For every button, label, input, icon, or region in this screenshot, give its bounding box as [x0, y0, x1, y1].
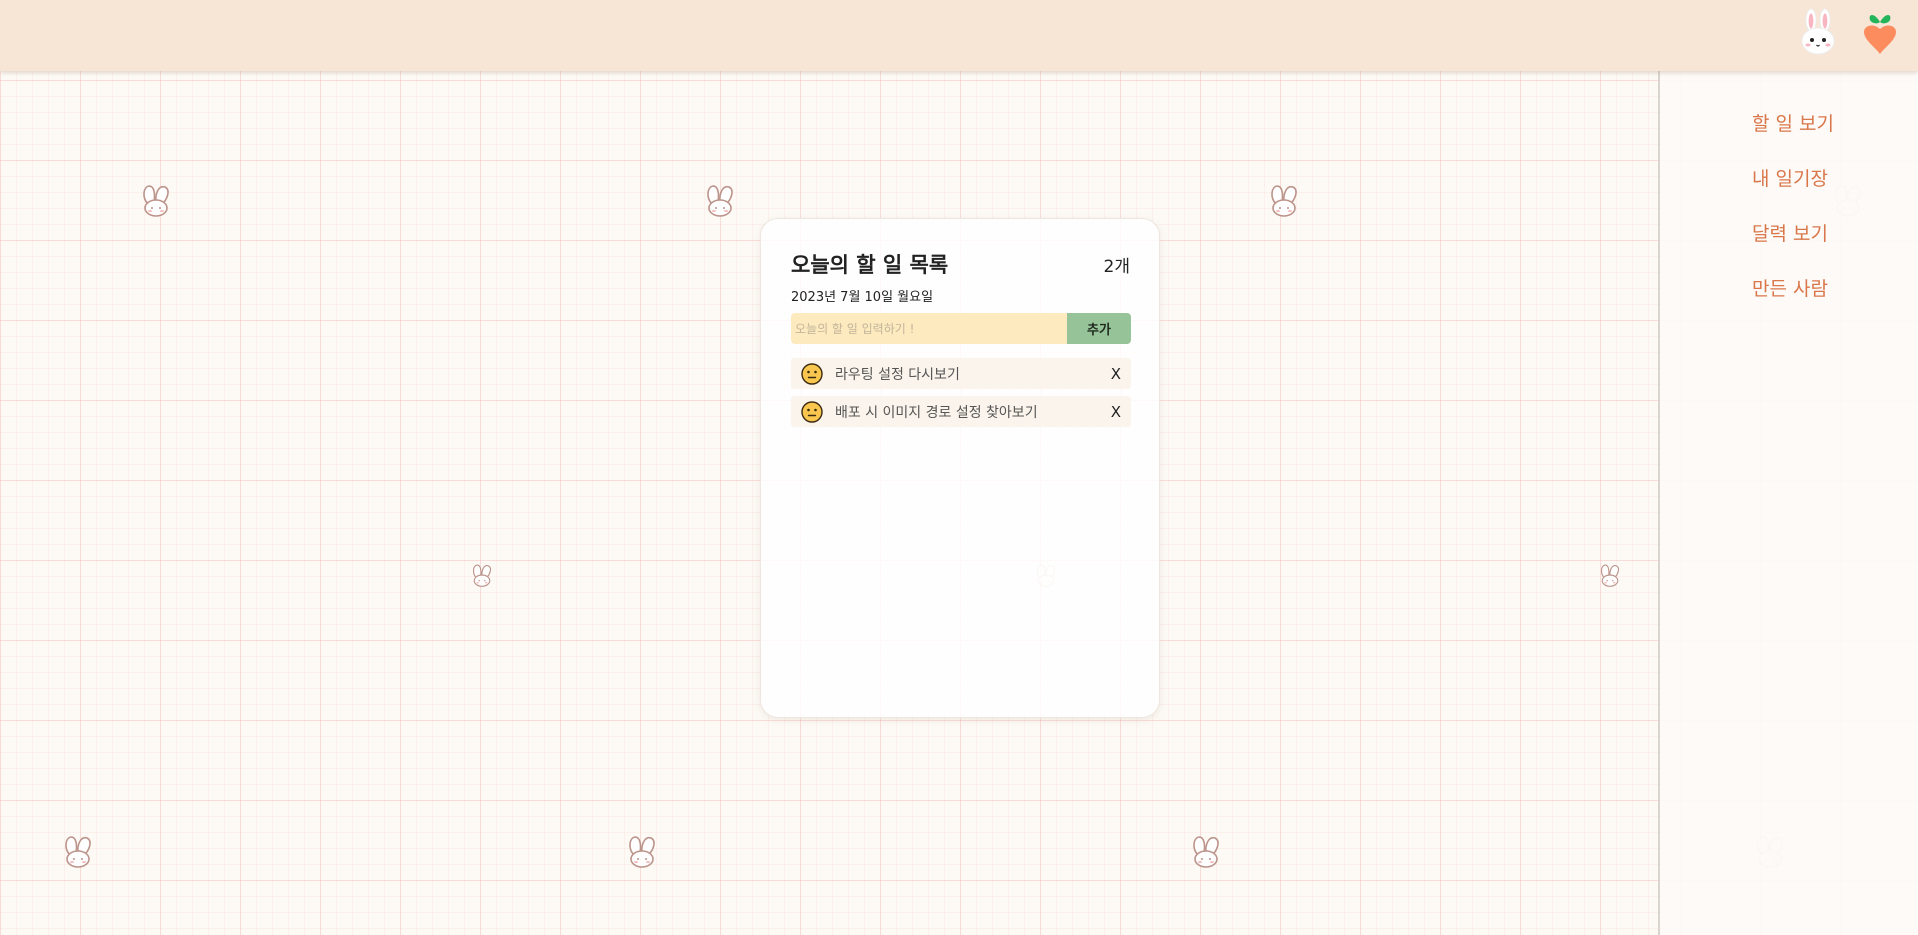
bunny-ears-icon — [703, 182, 737, 218]
add-button[interactable]: 추가 — [1067, 313, 1131, 344]
bunny-ears-icon — [625, 833, 659, 869]
todo-input[interactable] — [791, 313, 1067, 344]
todo-card: 오늘의 할 일 목록 2개 2023년 7월 10일 월요일 추가 라우팅 설정… — [760, 218, 1160, 718]
todo-date: 2023년 7월 10일 월요일 — [791, 290, 934, 305]
neutral-face-icon[interactable] — [801, 401, 823, 423]
top-header — [0, 0, 1918, 71]
todo-list: 라우팅 설정 다시보기 X 배포 시 이미지 경로 설정 찾아보기 X — [791, 358, 1131, 434]
bunny-ears-icon — [1267, 182, 1301, 218]
todo-count: 2개 — [1103, 257, 1130, 277]
bunny-ears-icon — [470, 562, 494, 588]
todo-item: 라우팅 설정 다시보기 X — [791, 358, 1131, 389]
todo-item-text: 라우팅 설정 다시보기 — [835, 366, 960, 383]
bunny-ears-icon — [61, 833, 95, 869]
nav-item-diary[interactable]: 내 일기장 — [1752, 164, 1828, 191]
nav-item-calendar[interactable]: 달력 보기 — [1752, 219, 1828, 246]
sidebar-nav: 할 일 보기 내 일기장 달력 보기 만든 사람 — [1658, 71, 1918, 935]
bunny-ears-icon — [1598, 562, 1622, 588]
add-todo-form: 추가 — [791, 313, 1131, 344]
nav-item-about[interactable]: 만든 사람 — [1752, 274, 1828, 301]
carrot-icon[interactable] — [1858, 8, 1902, 56]
nav-item-todo[interactable]: 할 일 보기 — [1752, 109, 1834, 136]
bunny-ears-icon — [139, 182, 173, 218]
neutral-face-icon[interactable] — [801, 363, 823, 385]
bunny-ears-icon — [1189, 833, 1223, 869]
delete-button[interactable]: X — [1111, 365, 1121, 383]
page-title: 오늘의 할 일 목록 — [791, 253, 949, 277]
delete-button[interactable]: X — [1111, 403, 1121, 421]
todo-item-text: 배포 시 이미지 경로 설정 찾아보기 — [835, 404, 1038, 421]
todo-item: 배포 시 이미지 경로 설정 찾아보기 X — [791, 396, 1131, 427]
bunny-face-icon[interactable] — [1796, 8, 1840, 56]
